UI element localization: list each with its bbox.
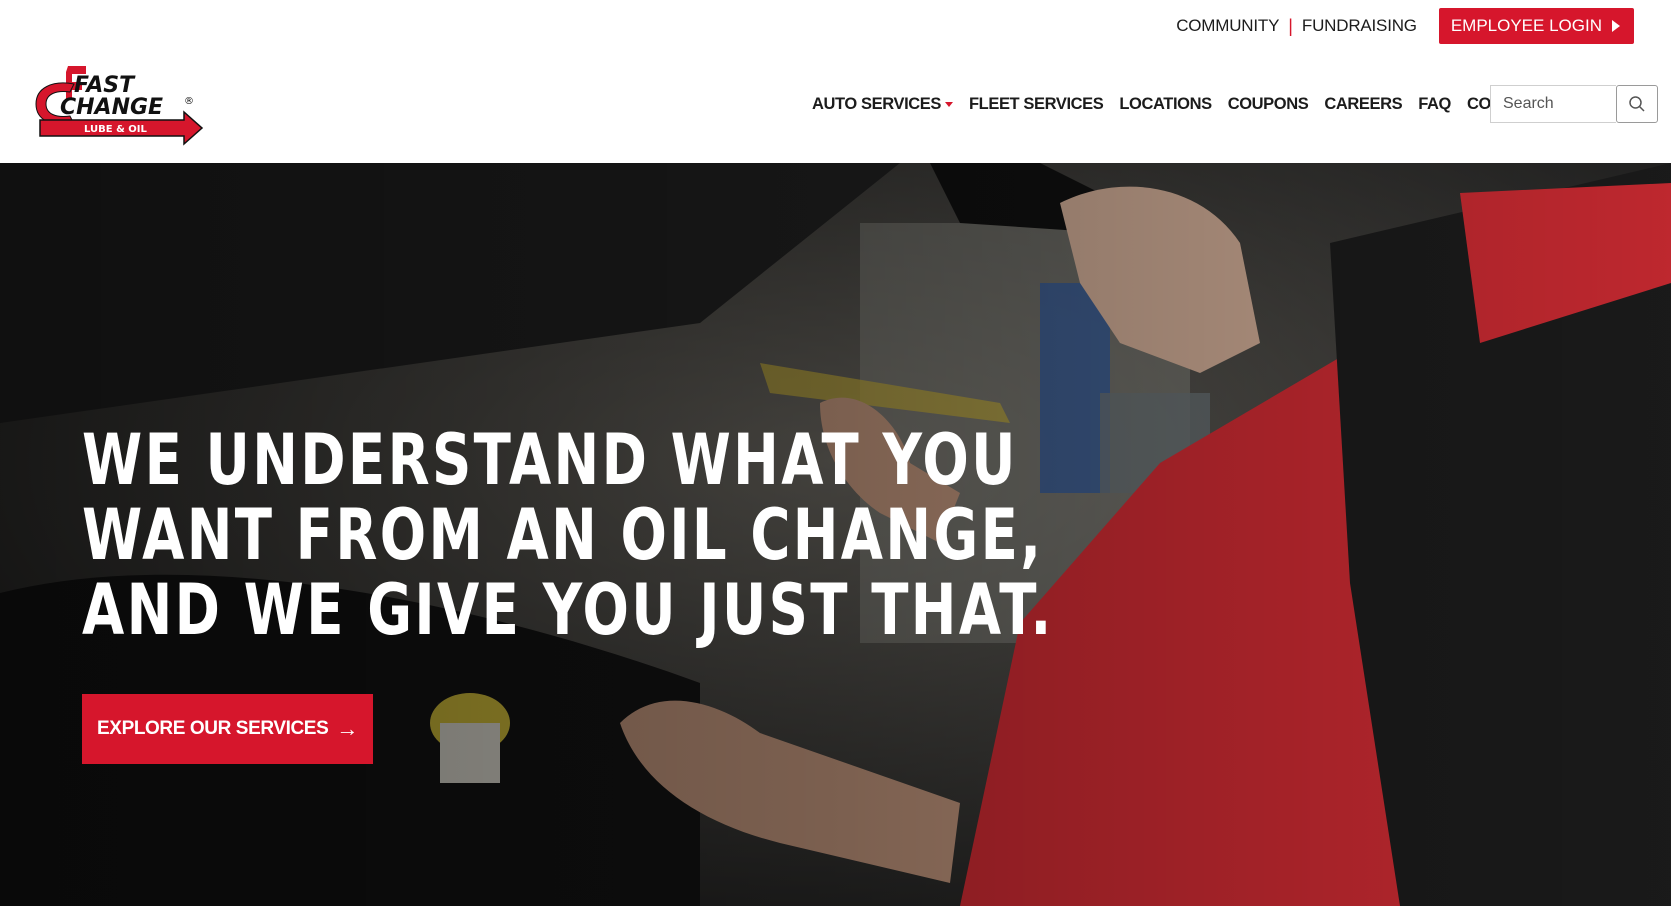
- nav-careers[interactable]: CAREERS: [1324, 95, 1402, 114]
- hero-banner: WE UNDERSTAND WHAT YOU WANT FROM AN OIL …: [0, 163, 1671, 906]
- search-form: [1490, 85, 1658, 123]
- logo-graphic: FAST CHANGE LUBE & OIL ®: [35, 66, 204, 146]
- caret-down-icon: [944, 101, 953, 107]
- site-header: COMMUNITY | FUNDRAISING EMPLOYEE LOGIN F…: [0, 0, 1671, 163]
- logo-registered-mark: ®: [184, 96, 194, 107]
- nav-auto-services-label: AUTO SERVICES: [812, 94, 941, 113]
- logo-sub-text: LUBE & OIL: [84, 124, 147, 135]
- fast-change-logo[interactable]: FAST CHANGE LUBE & OIL ®: [34, 62, 204, 146]
- utility-bar: COMMUNITY | FUNDRAISING EMPLOYEE LOGIN: [1176, 8, 1634, 44]
- explore-services-label: EXPLORE OUR SERVICES: [97, 718, 329, 739]
- fundraising-link[interactable]: FUNDRAISING: [1302, 16, 1417, 36]
- nav-fleet-services[interactable]: FLEET SERVICES: [969, 95, 1104, 114]
- nav-faq[interactable]: FAQ: [1418, 95, 1451, 114]
- search-icon: [1629, 96, 1645, 112]
- headline-line-1: WE UNDERSTAND WHAT YOU: [82, 419, 1018, 501]
- arrow-right-icon: →: [336, 716, 358, 741]
- employee-login-button[interactable]: EMPLOYEE LOGIN: [1438, 8, 1634, 44]
- headline-line-2: WANT FROM AN OIL CHANGE,: [82, 494, 1044, 576]
- main-nav: AUTO SERVICES FLEET SERVICES LOCATIONS C…: [812, 85, 1586, 123]
- utility-separator: |: [1288, 15, 1293, 36]
- nav-auto-services[interactable]: AUTO SERVICES: [812, 95, 953, 114]
- community-link[interactable]: COMMUNITY: [1176, 16, 1279, 36]
- explore-services-button[interactable]: EXPLORE OUR SERVICES →: [82, 694, 373, 764]
- nav-coupons[interactable]: COUPONS: [1228, 95, 1309, 114]
- hero-headline: WE UNDERSTAND WHAT YOU WANT FROM AN OIL …: [82, 419, 1054, 651]
- search-button[interactable]: [1616, 85, 1658, 123]
- employee-login-label: EMPLOYEE LOGIN: [1450, 16, 1602, 35]
- headline-line-3: AND WE GIVE YOU JUST THAT.: [82, 569, 1054, 651]
- play-arrow-icon: [1612, 20, 1620, 32]
- nav-locations[interactable]: LOCATIONS: [1119, 95, 1212, 114]
- search-input[interactable]: [1490, 85, 1616, 123]
- logo-change-text: CHANGE: [60, 95, 163, 120]
